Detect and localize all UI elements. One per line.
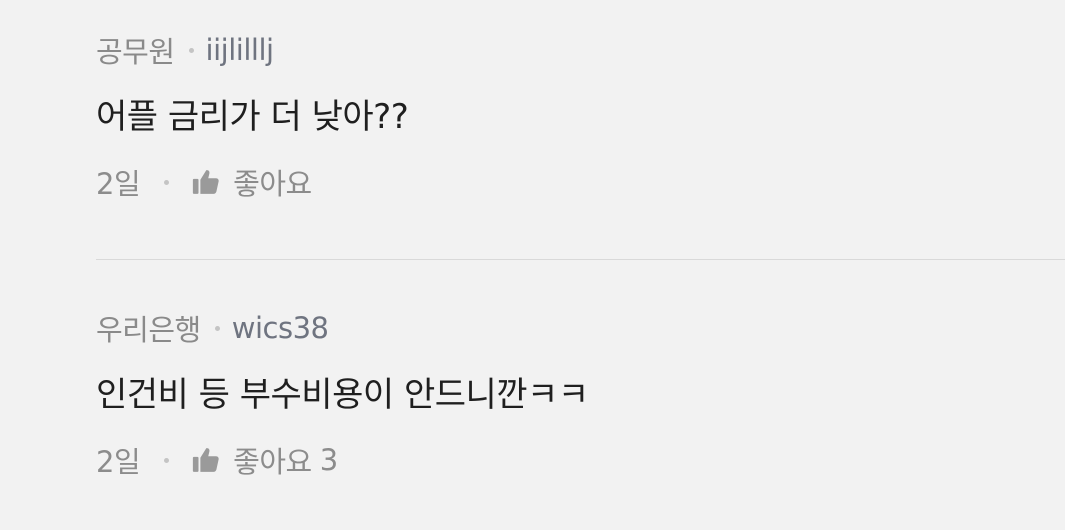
- comment-meta: 공무원 iijlilllj: [96, 28, 1065, 72]
- separator-dot: [164, 457, 170, 463]
- comment-actions: 2일 좋아요 3: [96, 438, 1065, 482]
- author-username[interactable]: iijlilllj: [206, 33, 275, 67]
- comment-timestamp: 2일: [96, 445, 141, 479]
- separator-dot: [214, 325, 220, 331]
- comment-timestamp: 2일: [96, 167, 141, 201]
- comment-item: 공무원 iijlilllj 어플 금리가 더 낮아?? 2일 좋아요: [96, 28, 1065, 204]
- comment-divider: [96, 259, 1065, 260]
- comment-text: 어플 금리가 더 낮아??: [96, 97, 409, 137]
- comment-actions: 2일 좋아요: [96, 160, 1065, 204]
- comment-meta: 우리은행 wics38: [96, 306, 1065, 350]
- like-button[interactable]: 좋아요: [233, 161, 312, 203]
- author-affiliation: 우리은행: [96, 313, 201, 347]
- thumbs-up-icon[interactable]: [191, 445, 221, 475]
- separator-dot: [164, 179, 170, 185]
- like-count: 3: [319, 443, 338, 477]
- comment-text: 인건비 등 부수비용이 안드니깐ㅋㅋ: [96, 375, 589, 415]
- thumbs-up-icon[interactable]: [191, 167, 221, 197]
- author-username[interactable]: wics38: [232, 311, 329, 345]
- like-button[interactable]: 좋아요: [233, 439, 312, 481]
- comment-item: 우리은행 wics38 인건비 등 부수비용이 안드니깐ㅋㅋ 2일 좋아요 3: [96, 306, 1065, 482]
- author-affiliation: 공무원: [96, 35, 175, 69]
- separator-dot: [188, 47, 194, 53]
